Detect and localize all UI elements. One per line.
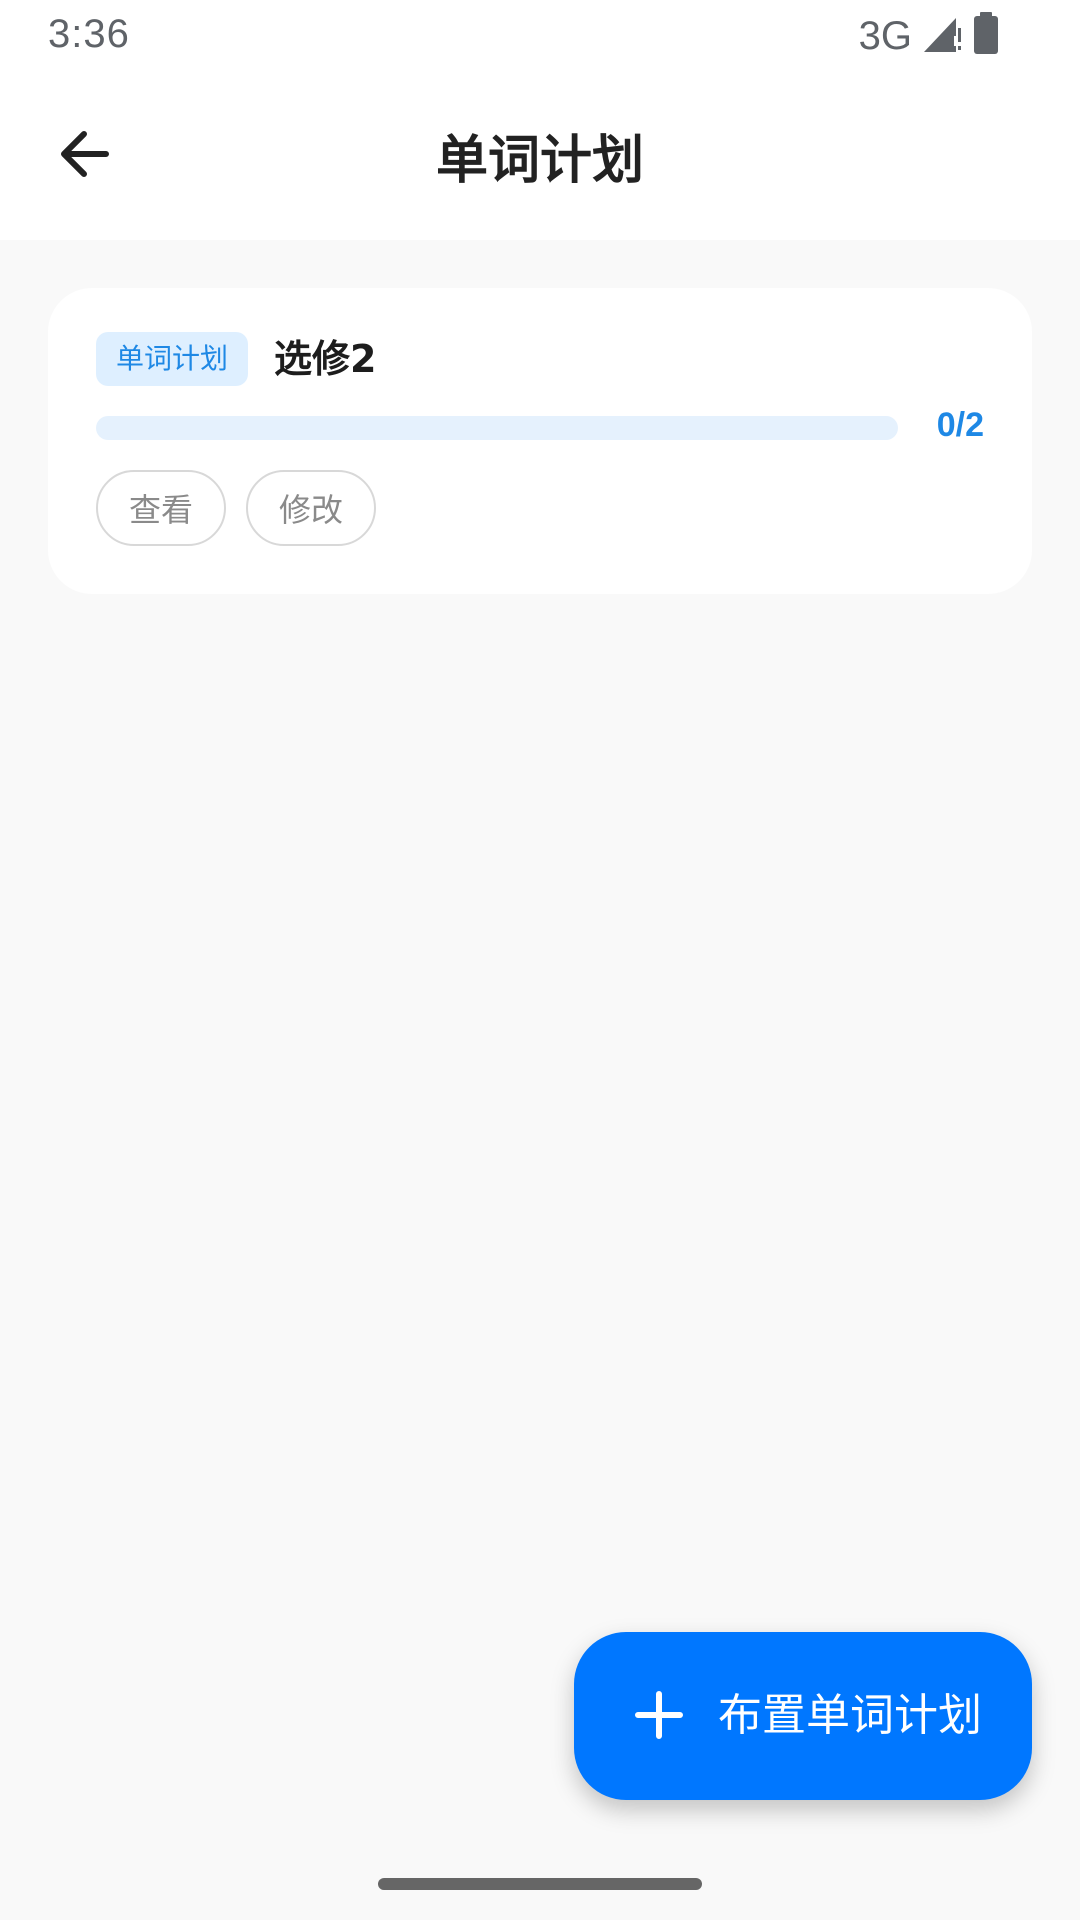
assign-plan-button[interactable]: 布置单词计划 bbox=[574, 1632, 1032, 1800]
plan-card[interactable]: 单词计划 选修2 0/2 查看 修改 bbox=[48, 288, 1032, 594]
network-type: 3G bbox=[858, 13, 912, 58]
page-title: 单词计划 bbox=[435, 131, 644, 191]
edit-button[interactable]: 修改 bbox=[246, 470, 376, 546]
status-time: 3:36 bbox=[48, 12, 130, 56]
plus-icon bbox=[634, 1690, 684, 1740]
app-header: 单词计划 bbox=[0, 72, 1080, 240]
status-bar: 3:36 3G bbox=[0, 0, 1080, 72]
plan-type-tag: 单词计划 bbox=[96, 332, 249, 386]
plan-name: 选修2 bbox=[274, 337, 377, 381]
assign-plan-label: 布置单词计划 bbox=[718, 1690, 982, 1741]
signal-icon bbox=[922, 14, 962, 58]
view-button[interactable]: 查看 bbox=[96, 470, 226, 546]
progress-count: 0/2 bbox=[936, 406, 984, 444]
progress-bar bbox=[96, 416, 898, 440]
battery-icon bbox=[972, 12, 1000, 60]
status-icons: 3G bbox=[859, 12, 1000, 60]
home-indicator[interactable] bbox=[378, 1878, 702, 1890]
